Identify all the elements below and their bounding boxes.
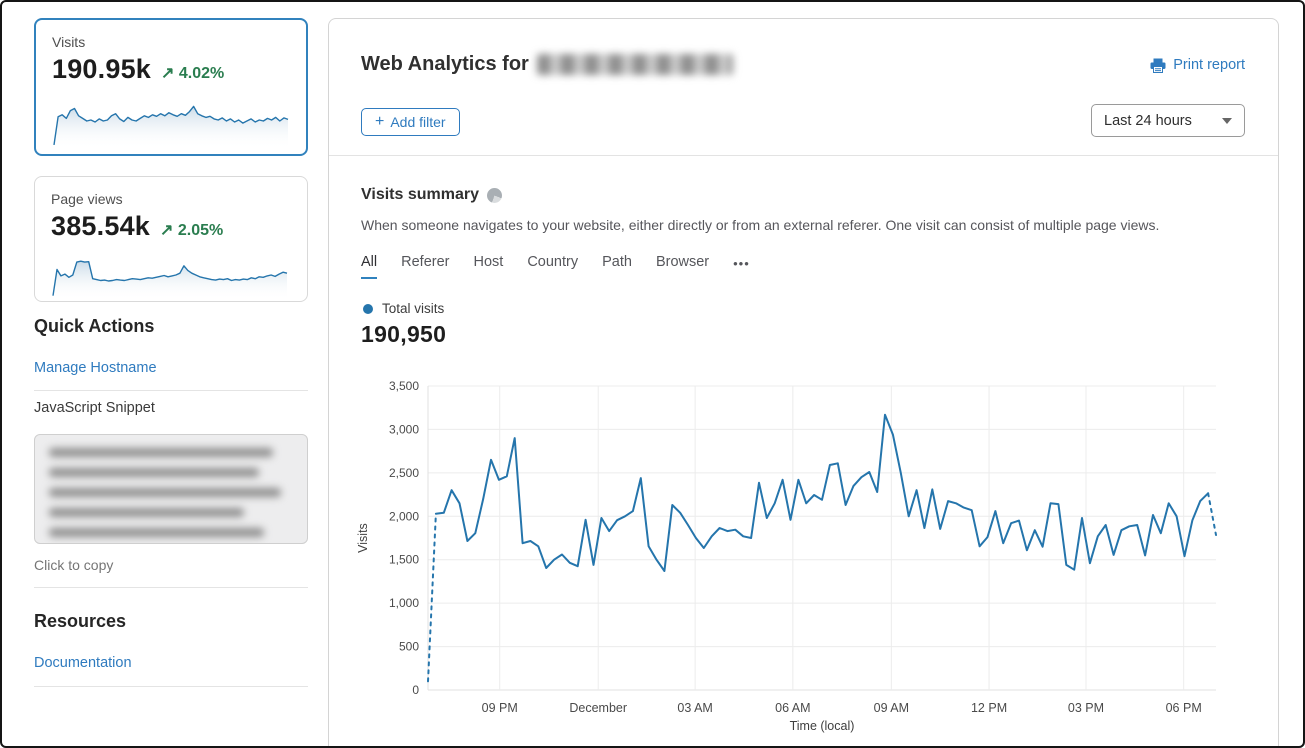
resources-title: Resources [34, 611, 126, 632]
svg-text:03 PM: 03 PM [1068, 701, 1104, 715]
page-title: Web Analytics for [361, 53, 733, 76]
visits-sparkline-chart [52, 89, 292, 151]
sidebar-divider [34, 390, 308, 391]
tab-referer[interactable]: Referer [401, 254, 449, 279]
redacted-code-line [49, 468, 259, 477]
javascript-snippet-label: JavaScript Snippet [34, 400, 155, 416]
quick-actions-title: Quick Actions [34, 316, 154, 337]
visits-line-chart: 0 500 1,000 1,500 2,000 2,500 3,000 3,500 09 PM D… [343, 375, 1253, 745]
svg-text:1,000: 1,000 [389, 596, 419, 610]
sidebar-divider [34, 587, 308, 588]
redacted-code-line [49, 488, 281, 497]
tab-more[interactable]: ••• [733, 254, 750, 279]
svg-text:Visits: Visits [356, 523, 370, 553]
visits-metric-card[interactable]: Visits 190.95k ↗ 4.02% [34, 18, 308, 156]
svg-text:2,500: 2,500 [389, 466, 419, 480]
tab-country[interactable]: Country [527, 254, 578, 279]
plus-icon: + [375, 114, 384, 130]
svg-text:06 AM: 06 AM [775, 701, 810, 715]
total-visits-value: 190,950 [361, 321, 446, 348]
print-report-label: Print report [1173, 57, 1245, 73]
app-window: Visits 190.95k ↗ 4.02% Page views 385.54… [0, 0, 1305, 748]
add-filter-button[interactable]: + Add filter [361, 108, 460, 136]
tab-host[interactable]: Host [473, 254, 503, 279]
help-pie-icon[interactable] [487, 188, 502, 203]
javascript-snippet-code-redacted[interactable] [34, 434, 308, 544]
svg-text:0: 0 [412, 683, 419, 697]
redacted-code-line [49, 528, 264, 537]
svg-text:06 PM: 06 PM [1166, 701, 1202, 715]
visits-card-label: Visits [52, 34, 290, 50]
legend-dot-icon [363, 304, 373, 314]
svg-text:12 PM: 12 PM [971, 701, 1007, 715]
svg-text:3,500: 3,500 [389, 379, 419, 393]
main-panel: Web Analytics for Print report + Add fil… [328, 18, 1279, 746]
pageviews-card-label: Page views [51, 191, 291, 207]
svg-text:December: December [569, 701, 627, 715]
svg-text:Time (local): Time (local) [790, 719, 855, 733]
up-arrow-icon: ↗ [160, 222, 173, 239]
tab-path[interactable]: Path [602, 254, 632, 279]
redacted-code-line [49, 508, 244, 517]
svg-text:1,500: 1,500 [389, 553, 419, 567]
documentation-link[interactable]: Documentation [34, 655, 132, 671]
pageviews-metric-card[interactable]: Page views 385.54k ↗ 2.05% [34, 176, 308, 302]
svg-text:09 AM: 09 AM [874, 701, 909, 715]
tab-browser[interactable]: Browser [656, 254, 709, 279]
tab-all[interactable]: All [361, 254, 377, 279]
time-range-dropdown[interactable]: Last 24 hours [1091, 104, 1245, 137]
redacted-domain [537, 54, 733, 75]
svg-text:2,000: 2,000 [389, 509, 419, 523]
up-arrow-icon: ↗ [161, 65, 174, 82]
svg-text:500: 500 [399, 640, 419, 654]
visits-card-delta: ↗ 4.02% [161, 63, 224, 83]
chevron-down-icon [1222, 118, 1232, 124]
pageviews-card-delta: ↗ 2.05% [160, 220, 223, 240]
line-chart-svg: 0 500 1,000 1,500 2,000 2,500 3,000 3,500 09 PM D… [343, 375, 1253, 740]
visits-summary-title: Visits summary [361, 186, 502, 204]
printer-icon [1150, 58, 1166, 73]
visits-summary-description: When someone navigates to your website, … [361, 217, 1241, 233]
click-to-copy-hint: Click to copy [34, 557, 113, 573]
pageviews-sparkline-chart [51, 246, 291, 302]
sidebar: Visits 190.95k ↗ 4.02% Page views 385.54… [34, 18, 308, 302]
pageviews-card-value: 385.54k [51, 211, 150, 242]
chart-legend: Total visits [363, 301, 444, 316]
manage-hostname-link[interactable]: Manage Hostname [34, 360, 157, 376]
redacted-code-line [49, 448, 273, 457]
legend-label: Total visits [382, 301, 444, 316]
print-report-button[interactable]: Print report [1150, 57, 1245, 73]
time-range-value: Last 24 hours [1104, 113, 1192, 129]
visits-card-value: 190.95k [52, 54, 151, 85]
svg-text:03 AM: 03 AM [677, 701, 712, 715]
svg-text:3,000: 3,000 [389, 422, 419, 436]
summary-tabs: All Referer Host Country Path Browser ••• [361, 254, 750, 279]
header-divider [329, 155, 1278, 156]
svg-text:09 PM: 09 PM [482, 701, 518, 715]
sidebar-divider [34, 686, 308, 687]
